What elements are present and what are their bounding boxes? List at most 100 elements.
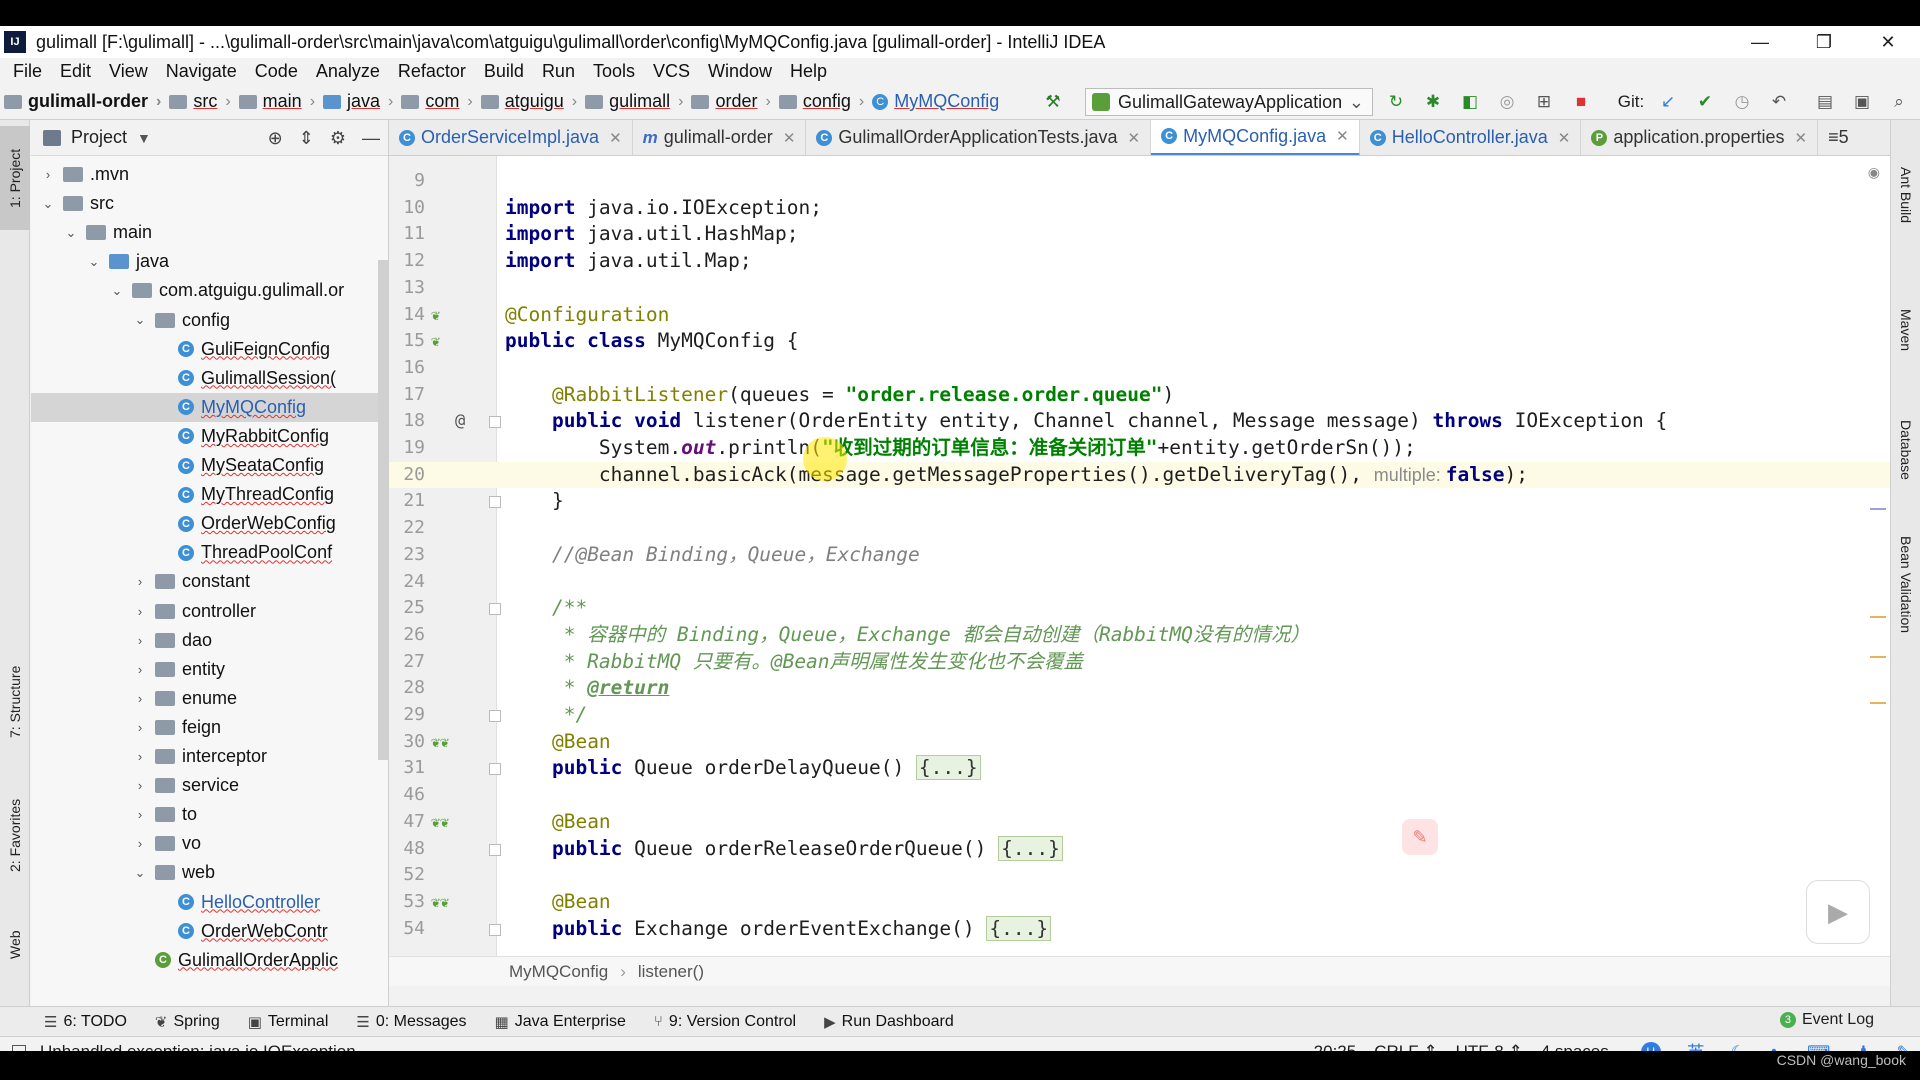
tree-item[interactable]: C OrderWebContr xyxy=(31,917,388,946)
tree-item[interactable]: › .mvn xyxy=(31,160,388,189)
menu-run[interactable]: Run xyxy=(533,61,584,82)
wrench-icon[interactable]: ✎ xyxy=(1897,1042,1910,1051)
tab-maven[interactable]: Maven xyxy=(1891,290,1920,370)
menu-help[interactable]: Help xyxy=(781,61,836,82)
gear-icon[interactable]: ⚙ xyxy=(330,128,346,149)
menu-edit[interactable]: Edit xyxy=(51,61,100,82)
line-number[interactable]: 30 xyxy=(389,729,425,756)
code-line[interactable]: 24 xyxy=(389,569,1890,596)
search-icon[interactable]: ⌕ xyxy=(1889,92,1909,112)
code-line[interactable]: 29 */ xyxy=(389,702,1890,729)
nav-crumb-src[interactable]: src › xyxy=(165,91,234,112)
fold-toggle-icon[interactable] xyxy=(489,710,501,722)
spring-bean-gutter-icon[interactable]: ❦❦ xyxy=(431,729,481,756)
code-line[interactable]: 11 import java.util.HashMap; xyxy=(389,221,1890,248)
line-separator[interactable]: CRLF ⇕ xyxy=(1374,1042,1437,1051)
fold-toggle-icon[interactable] xyxy=(489,843,501,856)
caret-position[interactable]: 20:25 xyxy=(1314,1042,1357,1051)
line-number[interactable]: 14 xyxy=(389,302,425,329)
spring-bean-gutter-icon[interactable]: ❦ xyxy=(431,328,481,355)
warning-marker[interactable] xyxy=(1870,702,1886,704)
override-gutter-icon[interactable]: @ xyxy=(455,408,465,435)
code-line[interactable]: 16 xyxy=(389,355,1890,382)
close-icon[interactable]: ✕ xyxy=(1794,129,1807,147)
fold-toggle-icon[interactable] xyxy=(489,496,501,509)
run-configuration-select[interactable]: GulimallGatewayApplication ⌄ xyxy=(1085,88,1373,116)
code-line[interactable]: 19 System.out.println("收到过期的订单信息：准备关闭订单"… xyxy=(389,435,1890,462)
tree-item[interactable]: C GuliFeignConfig xyxy=(31,335,388,364)
code-line[interactable]: 52 xyxy=(389,862,1890,889)
line-number[interactable]: 23 xyxy=(389,542,425,569)
chevron-right-icon[interactable]: › xyxy=(131,604,149,619)
tab-favorites[interactable]: 2: Favorites xyxy=(0,780,30,890)
line-number[interactable]: 26 xyxy=(389,622,425,649)
debug-bug-icon[interactable]: ✱ xyxy=(1423,92,1443,112)
moon-icon[interactable]: ☾ xyxy=(1731,1042,1745,1051)
stop-icon[interactable]: ■ xyxy=(1571,92,1591,112)
warning-marker[interactable] xyxy=(1870,616,1886,618)
line-number[interactable]: 18 xyxy=(389,408,425,435)
close-icon[interactable]: ✕ xyxy=(783,129,796,147)
chevron-right-icon[interactable]: › xyxy=(131,633,149,648)
floating-edit-icon[interactable]: ✎ xyxy=(1402,819,1438,855)
line-number[interactable]: 53 xyxy=(389,889,425,916)
code-line[interactable]: 46 xyxy=(389,782,1890,809)
line-number[interactable]: 19 xyxy=(389,435,425,462)
line-number[interactable]: 24 xyxy=(389,569,425,596)
chevron-right-icon[interactable]: › xyxy=(39,167,57,182)
nav-crumb-config[interactable]: config › xyxy=(775,91,868,112)
nav-crumb-module[interactable]: gulimall-order › xyxy=(0,91,165,112)
build-hammer-icon[interactable]: ⚒ xyxy=(1043,92,1063,112)
project-scrollbar[interactable] xyxy=(378,260,388,760)
line-number[interactable]: 16 xyxy=(389,355,425,382)
tree-item[interactable]: › vo xyxy=(31,829,388,858)
tree-item[interactable]: C GulimallSession( xyxy=(31,364,388,393)
code-line[interactable]: 18 @ public void listener(OrderEntity ent… xyxy=(389,408,1890,435)
menu-vcs[interactable]: VCS xyxy=(644,61,699,82)
tab-bean-validation[interactable]: Bean Validation xyxy=(1891,520,1920,650)
collapse-all-icon[interactable]: ⇕ xyxy=(299,128,314,149)
line-number[interactable]: 15 xyxy=(389,328,425,355)
chevron-right-icon[interactable]: › xyxy=(131,836,149,851)
coverage-icon[interactable]: ◧ xyxy=(1460,92,1480,112)
tree-item[interactable]: C ThreadPoolConf xyxy=(31,538,388,567)
chevron-right-icon[interactable]: › xyxy=(131,749,149,764)
rollback-icon[interactable]: ↶ xyxy=(1769,92,1789,112)
warning-marker[interactable] xyxy=(1870,656,1886,658)
fold-toggle-icon[interactable] xyxy=(489,923,501,936)
tree-item[interactable]: ⌄ web xyxy=(31,858,388,887)
git-commit-icon[interactable]: ✔ xyxy=(1695,92,1715,112)
line-number[interactable]: 13 xyxy=(389,275,425,302)
indent-setting[interactable]: 4 spaces xyxy=(1541,1042,1609,1051)
spring-bean-gutter-icon[interactable]: ❦ xyxy=(431,302,481,329)
usage-marker[interactable] xyxy=(1870,508,1886,510)
ime-language[interactable]: 英 xyxy=(1687,1039,1705,1051)
line-number[interactable]: 54 xyxy=(389,916,425,943)
tree-item[interactable]: C HelloController xyxy=(31,888,388,917)
code-line[interactable]: 30 ❦❦ @Bean xyxy=(389,729,1890,756)
menu-file[interactable]: File xyxy=(4,61,51,82)
nav-crumb-gulimall[interactable]: gulimall › xyxy=(581,91,687,112)
line-number[interactable]: 22 xyxy=(389,515,425,542)
layout-icon[interactable]: ▣ xyxy=(1852,92,1872,112)
code-line[interactable]: 13 xyxy=(389,275,1890,302)
git-history-icon[interactable]: ◷ xyxy=(1732,92,1752,112)
bottom-tab[interactable]: ☰ 6: TODO xyxy=(30,1013,141,1031)
chevron-down-icon[interactable]: ⌄ xyxy=(62,225,80,241)
line-number[interactable]: 25 xyxy=(389,595,425,622)
tab-order-application-tests[interactable]: C GulimallOrderApplicationTests.java ✕ xyxy=(806,120,1152,155)
eye-icon[interactable]: ◉ xyxy=(1868,164,1880,181)
tree-item[interactable]: C MyMQConfig xyxy=(31,392,388,422)
more-tabs-button[interactable]: ≡5 xyxy=(1818,120,1859,155)
code-line[interactable]: 31 public Queue orderDelayQueue() {...} xyxy=(389,755,1890,782)
code-line[interactable]: 22 xyxy=(389,515,1890,542)
chevron-down-icon[interactable]: ⌄ xyxy=(108,283,126,299)
code-line[interactable]: 48 public Queue orderReleaseOrderQueue()… xyxy=(389,835,1890,863)
line-number[interactable]: 31 xyxy=(389,755,425,782)
hide-panel-icon[interactable]: — xyxy=(362,128,380,149)
tree-item[interactable]: ⌄ main xyxy=(31,218,388,247)
code-line[interactable]: 20 channel.basicAck(message.getMessagePr… xyxy=(389,461,1890,489)
tree-item[interactable]: C OrderWebConfig xyxy=(31,509,388,538)
line-number[interactable]: 28 xyxy=(389,675,425,702)
code-line[interactable]: 26 * 容器中的 Binding，Queue，Exchange 都会自动创建（… xyxy=(389,622,1890,649)
